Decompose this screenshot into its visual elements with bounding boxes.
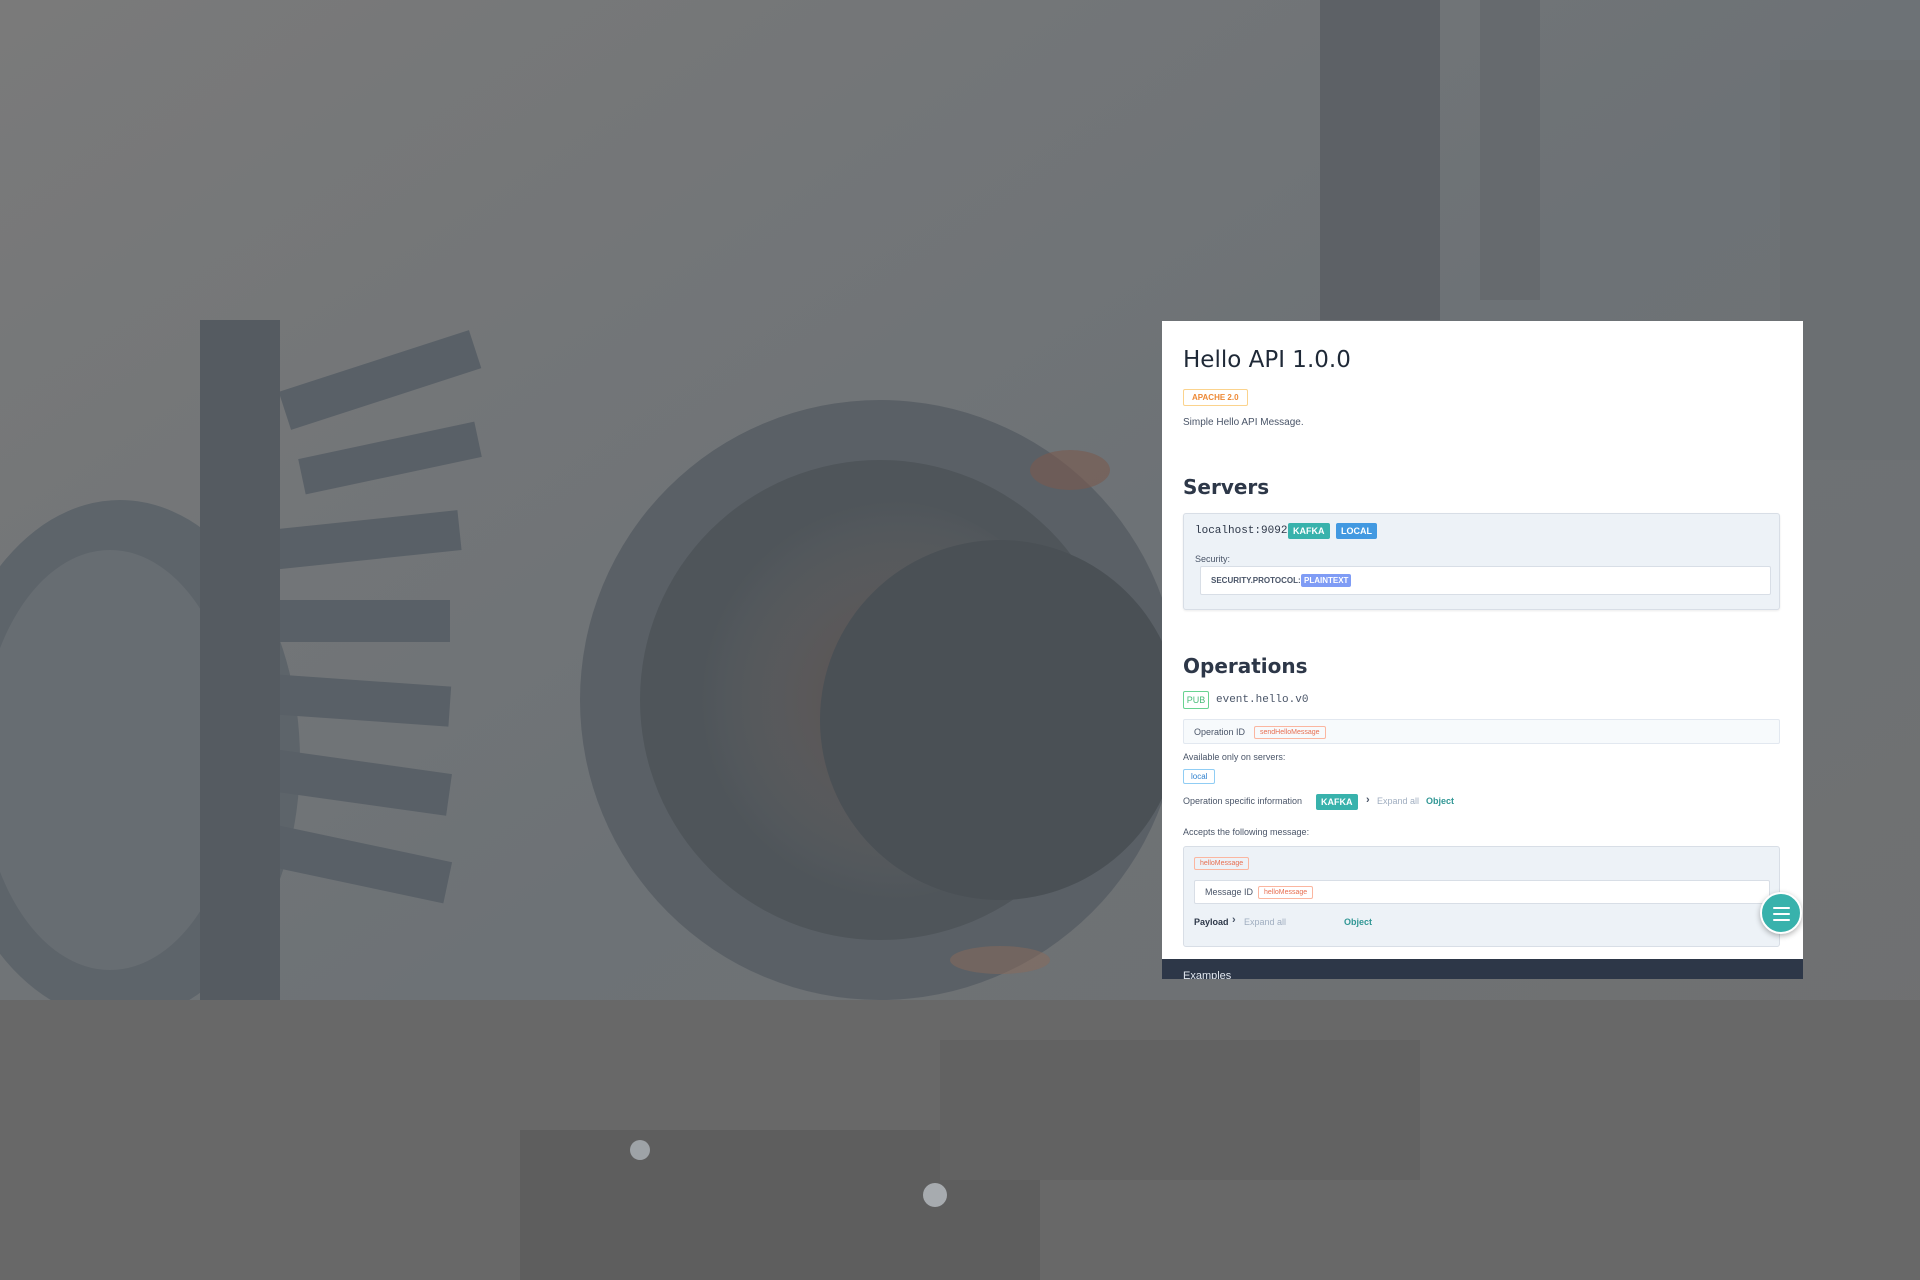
- operation-type-badge: PUB: [1183, 691, 1209, 709]
- security-value-badge: PLAINTEXT: [1301, 574, 1352, 587]
- payload-object-type: Object: [1344, 917, 1373, 927]
- server-url: localhost:9092: [1195, 525, 1288, 537]
- operation-info-badge: KAFKA: [1316, 794, 1358, 810]
- accepts-message-label: Accepts the following message:: [1183, 827, 1310, 837]
- page-title: Hello API 1.0.0: [1183, 347, 1351, 373]
- payload-label[interactable]: Payload: [1194, 917, 1229, 927]
- license-badge[interactable]: APACHE 2.0: [1183, 389, 1248, 406]
- message-id-label: Message ID: [1205, 887, 1254, 897]
- server-name-badge: LOCAL: [1336, 523, 1377, 539]
- operations-heading: Operations: [1183, 654, 1308, 678]
- message-id-row: Message ID helloMessage: [1194, 880, 1770, 904]
- servers-heading: Servers: [1183, 475, 1270, 499]
- operation-id-label: Operation ID: [1194, 727, 1246, 737]
- message-tag: helloMessage: [1194, 857, 1250, 870]
- channel-name: event.hello.v0: [1216, 694, 1309, 706]
- server-protocol-badge: KAFKA: [1288, 523, 1330, 539]
- examples-bar: Examples: [1162, 959, 1803, 979]
- chevron-right-icon[interactable]: ›: [1232, 914, 1236, 926]
- security-key: SECURITY.PROTOCOL:: [1211, 576, 1301, 585]
- server-card: localhost:9092 KAFKA LOCAL Security: SEC…: [1183, 513, 1780, 610]
- message-card: helloMessage Message ID helloMessage Pay…: [1183, 846, 1780, 947]
- operation-info-label: Operation specific information: [1183, 796, 1303, 806]
- security-row: SECURITY.PROTOCOL: PLAINTEXT: [1200, 566, 1771, 595]
- operation-id-row: Operation ID sendHelloMessage: [1183, 719, 1780, 744]
- examples-label: Examples: [1183, 970, 1232, 979]
- hamburger-menu-icon[interactable]: [1760, 892, 1802, 934]
- payload-expand-all-link[interactable]: Expand all: [1244, 917, 1286, 927]
- operation-id-tag: sendHelloMessage: [1254, 726, 1326, 739]
- chevron-right-icon[interactable]: ›: [1366, 794, 1370, 806]
- expand-all-link[interactable]: Expand all: [1377, 796, 1419, 806]
- message-id-tag: helloMessage: [1258, 886, 1314, 899]
- api-description: Simple Hello API Message.: [1183, 417, 1304, 428]
- api-doc-panel: Hello API 1.0.0 APACHE 2.0 Simple Hello …: [1162, 321, 1803, 979]
- object-type-label: Object: [1426, 796, 1455, 806]
- available-servers-label: Available only on servers:: [1183, 752, 1286, 762]
- server-tag-local[interactable]: local: [1183, 769, 1216, 784]
- security-label: Security:: [1195, 554, 1231, 564]
